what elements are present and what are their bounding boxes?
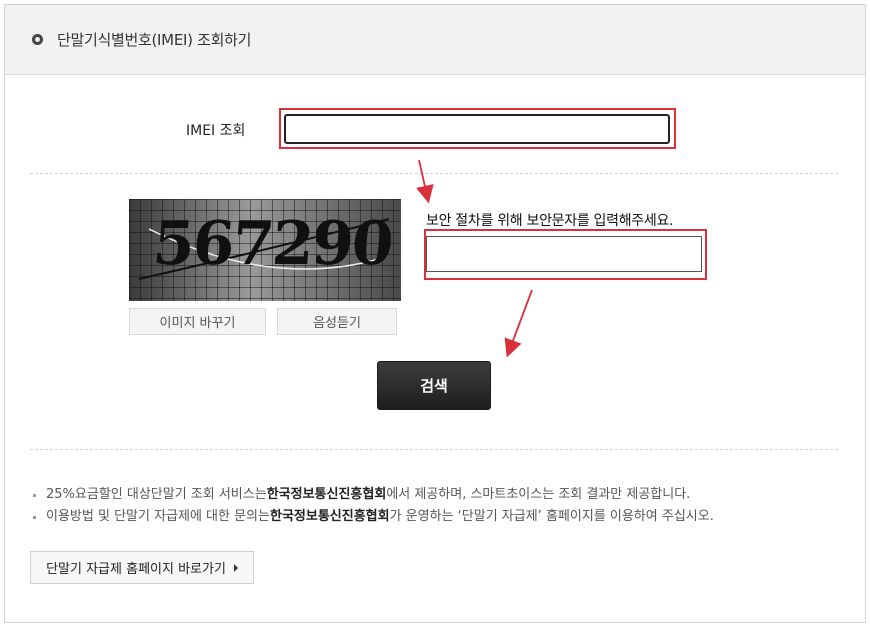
captcha-text: 567290 [150, 209, 394, 279]
imei-label: IMEI 조회 [186, 123, 246, 139]
note-prefix: 이용방법 및 단말기 자급제에 대한 문의는 [46, 509, 270, 524]
captcha-image: 567290 [129, 199, 401, 301]
note-bold: 한국정보통신진흥협회 [269, 509, 390, 524]
note-prefix: 25%요금할인 대상단말기 조회 서비스는 [46, 487, 267, 502]
note-bold: 한국정보통신진흥협회 [266, 487, 387, 502]
link-button-label: 단말기 자급제 홈페이지 바로가기 [46, 562, 226, 577]
square-bullet-icon [33, 493, 36, 497]
panel-header: 단말기식별번호(IMEI) 조회하기 [5, 5, 865, 75]
page-title: 단말기식별번호(IMEI) 조회하기 [57, 31, 252, 49]
notes-list: 25%요금할인 대상단말기 조회 서비스는 한국정보통신진흥협회 에서 제공하며,… [33, 484, 714, 528]
security-prompt: 보안 절차를 위해 보안문자를 입력해주세요. [426, 213, 674, 229]
listen-audio-button[interactable]: 음성듣기 [277, 308, 397, 335]
highlight-box-captcha [424, 229, 707, 280]
divider [30, 173, 838, 174]
search-button[interactable]: 검색 [377, 361, 491, 410]
self-supply-homepage-link-button[interactable]: 단말기 자급제 홈페이지 바로가기 [30, 551, 254, 584]
divider [30, 449, 838, 450]
triangle-right-icon [233, 563, 238, 572]
change-image-button[interactable]: 이미지 바꾸기 [129, 308, 266, 335]
circle-bullet-icon [32, 34, 43, 45]
note-suffix: 가 운영하는 ‘단말기 자급제’ 홈페이지를 이용하여 주십시오. [389, 509, 714, 524]
square-bullet-icon [33, 515, 36, 519]
list-item: 이용방법 및 단말기 자급제에 대한 문의는 한국정보통신진흥협회 가 운영하는 … [33, 506, 714, 528]
list-item: 25%요금할인 대상단말기 조회 서비스는 한국정보통신진흥협회 에서 제공하며,… [33, 484, 714, 506]
note-suffix: 에서 제공하며, 스마트초이스는 조회 결과만 제공합니다. [386, 487, 691, 502]
highlight-box-imei [279, 108, 676, 149]
